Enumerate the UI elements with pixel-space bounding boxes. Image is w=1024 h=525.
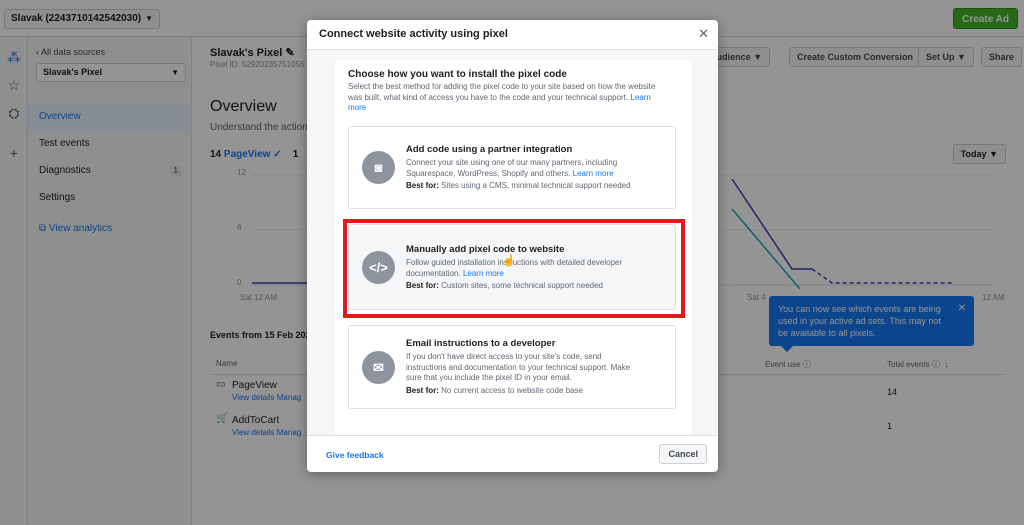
highlight-box	[343, 219, 685, 318]
option-description: Connect your site using one of our many …	[406, 158, 641, 179]
install-description: Select the best method for adding the pi…	[348, 82, 668, 114]
cancel-button[interactable]: Cancel	[659, 444, 707, 464]
best-for-value: Sites using a CMS, minimal technical sup…	[441, 181, 631, 190]
option-title: Add code using a partner integration	[406, 144, 573, 155]
envelope-icon: ✉	[362, 351, 395, 384]
option-email-developer[interactable]: ✉ Email instructions to a developer If y…	[348, 325, 676, 409]
install-description-text: Select the best method for adding the pi…	[348, 82, 656, 102]
option-description: If you don't have direct access to your …	[406, 352, 631, 382]
option-best-for: Best for: Sites using a CMS, minimal tec…	[406, 181, 631, 190]
learn-more-link[interactable]: Learn more	[573, 169, 614, 178]
option-title: Email instructions to a developer	[406, 338, 556, 349]
shopping-bag-icon: ◙	[362, 151, 395, 184]
close-icon[interactable]: ✕	[698, 26, 709, 42]
best-for-value: No current access to website code base	[441, 386, 583, 395]
divider	[307, 435, 718, 436]
hand-cursor-icon: ☝	[502, 255, 516, 267]
best-for-label: Best for:	[406, 181, 439, 190]
give-feedback-link[interactable]: Give feedback	[326, 450, 384, 460]
option-best-for: Best for: No current access to website c…	[406, 386, 583, 395]
best-for-label: Best for:	[406, 386, 439, 395]
install-heading: Choose how you want to install the pixel…	[348, 69, 567, 80]
option-partner-integration[interactable]: ◙ Add code using a partner integration C…	[348, 126, 676, 209]
dialog-title: Connect website activity using pixel	[319, 28, 508, 40]
